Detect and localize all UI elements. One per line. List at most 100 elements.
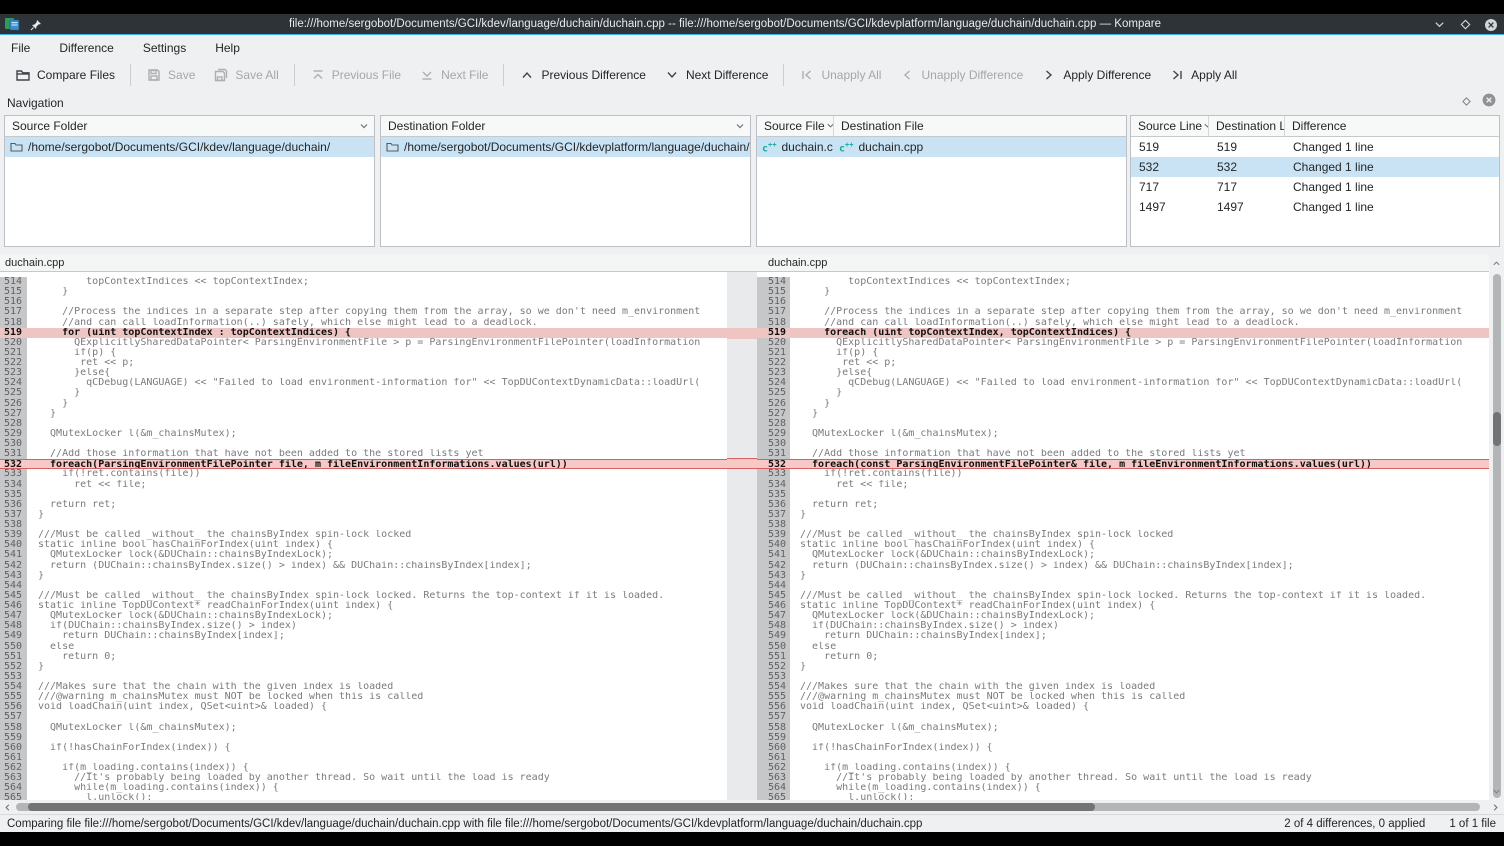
left-code-pane[interactable]: 514 topContextIndices << topContextIndex… xyxy=(0,272,727,800)
code-line-514: 514 topContextIndices << topContextIndex… xyxy=(757,277,1489,287)
scroll-left-icon[interactable] xyxy=(0,802,14,813)
files-panel: Source File Destination File c++ duchain… xyxy=(756,115,1127,247)
source-folder-row[interactable]: /home/sergobot/Documents/GCI/kdev/langua… xyxy=(5,137,374,157)
destination-line-header[interactable]: Destination Lin xyxy=(1209,116,1285,136)
source-folder-header[interactable]: Source Folder xyxy=(5,116,374,136)
code-line-561: 561 xyxy=(0,753,727,763)
unapply-difference-button: Unapply Difference xyxy=(890,63,1032,87)
minimize-button[interactable] xyxy=(1432,18,1446,32)
difference-row-1497[interactable]: 14971497Changed 1 line xyxy=(1131,197,1499,217)
code-line-555: 555///@warning m_chainsMutex must NOT be… xyxy=(757,692,1489,702)
scroll-right-icon[interactable] xyxy=(1488,802,1502,813)
code-line-539: 539///Must be called _without_ the chain… xyxy=(757,530,1489,540)
code-line-540: 540static inline bool hasChainForIndex(u… xyxy=(0,540,727,550)
code-line-538: 538 xyxy=(0,520,727,530)
code-line-517: 517 //Process the indices in a separate … xyxy=(0,307,727,317)
code-line-523: 523 }else{ xyxy=(0,368,727,378)
file-row[interactable]: c++ duchain.c... c++ duchain.cpp xyxy=(757,137,1126,157)
difference-row-519[interactable]: 519519Changed 1 line xyxy=(1131,137,1499,157)
code-line-546: 546static inline TopDUContext* readChain… xyxy=(0,601,727,611)
code-line-519: 519 foreach (uint topContextIndex, topCo… xyxy=(757,328,1489,338)
code-line-546: 546static inline TopDUContext* readChain… xyxy=(757,601,1489,611)
code-line-563: 563 //It's probably being loaded by anot… xyxy=(0,773,727,783)
close-dock-icon[interactable] xyxy=(1482,93,1496,112)
float-dock-icon[interactable] xyxy=(1461,94,1472,112)
compare-icon xyxy=(15,67,31,83)
vertical-scrollbar-thumb[interactable] xyxy=(1493,412,1501,446)
destination-folder-row[interactable]: /home/sergobot/Documents/GCI/kdevplatfor… xyxy=(381,137,750,157)
code-line-562: 562 if(m_loading.contains(index)) { xyxy=(0,763,727,773)
code-line-556: 556void loadChain(uint index, QSet<uint>… xyxy=(0,702,727,712)
kompare-app-icon xyxy=(4,17,20,31)
apply-all-button[interactable]: Apply All xyxy=(1160,63,1246,87)
difference-row-532[interactable]: 532532Changed 1 line xyxy=(1131,157,1499,177)
titlebar: file:///home/sergobot/Documents/GCI/kdev… xyxy=(0,14,1504,35)
cpp-file-icon: c++ xyxy=(839,140,853,154)
code-line-553: 553 xyxy=(757,672,1489,682)
horizontal-scrollbar[interactable] xyxy=(0,800,1504,814)
code-line-525: 525 } xyxy=(757,388,1489,398)
destination-folder-header[interactable]: Destination Folder xyxy=(381,116,750,136)
source-file-header[interactable]: Source File xyxy=(757,116,834,136)
menu-item-help[interactable]: Help xyxy=(213,39,242,57)
maximize-button[interactable] xyxy=(1458,18,1472,32)
code-line-543: 543} xyxy=(757,571,1489,581)
code-line-528: 528 xyxy=(0,419,727,429)
next-difference-button[interactable]: Next Difference xyxy=(655,63,777,87)
chevron-right-icon xyxy=(1041,67,1057,83)
close-button[interactable] xyxy=(1484,18,1498,32)
destination-folder-panel: Destination Folder /home/sergobot/Docume… xyxy=(380,115,751,247)
compare-files-button[interactable]: Compare Files xyxy=(6,63,124,87)
chevron-left-icon xyxy=(899,67,915,83)
apply-difference-button[interactable]: Apply Difference xyxy=(1032,63,1160,87)
unapply-all-button: Unapply All xyxy=(790,63,890,87)
code-line-534: 534 ret << file; xyxy=(0,480,727,490)
menu-item-difference[interactable]: Difference xyxy=(57,39,115,57)
code-line-539: 539///Must be called _without_ the chain… xyxy=(0,530,727,540)
code-line-565: 565 l.unlock(); xyxy=(757,793,1489,800)
horizontal-scrollbar-thumb[interactable] xyxy=(28,803,1095,811)
difference-row-717[interactable]: 717717Changed 1 line xyxy=(1131,177,1499,197)
status-file-count: 1 of 1 file xyxy=(1449,818,1496,830)
line-number: 531 xyxy=(0,449,27,459)
code-line-536: 536 return ret; xyxy=(0,500,727,510)
menu-item-settings[interactable]: Settings xyxy=(141,39,188,57)
differences-panel: Source Line Destination Lin Difference 5… xyxy=(1130,115,1500,247)
code-line-519: 519 for (uint topContextIndex : topConte… xyxy=(0,328,727,338)
code-line-533: 533 if(!ret.contains(file)) xyxy=(0,469,727,479)
code-line-529: 529 QMutexLocker l(&m_chainsMutex); xyxy=(757,429,1489,439)
vertical-scrollbar[interactable] xyxy=(1489,272,1504,800)
code-line-525: 525 } xyxy=(0,388,727,398)
code-line-521: 521 if(p) { xyxy=(757,348,1489,358)
destination-file-header[interactable]: Destination File xyxy=(834,116,1126,136)
code-line-541: 541 QMutexLocker lock(&DUChain::chainsBy… xyxy=(757,550,1489,560)
code-line-530: 530 xyxy=(0,439,727,449)
difference-header[interactable]: Difference xyxy=(1285,116,1499,136)
code-line-520: 520 QExplicitlySharedDataPointer< Parsin… xyxy=(0,338,727,348)
code-line-515: 515 } xyxy=(0,287,727,297)
pin-icon[interactable] xyxy=(30,18,42,30)
source-line-header[interactable]: Source Line xyxy=(1131,116,1209,136)
code-line-526: 526 } xyxy=(757,399,1489,409)
code-line-516: 516 xyxy=(757,297,1489,307)
menu-item-file[interactable]: File xyxy=(9,39,32,57)
status-comparing-text: Comparing file file:///home/sergobot/Doc… xyxy=(7,818,922,830)
previous-file-button: Previous File xyxy=(301,63,410,87)
code-line-562: 562 if(m_loading.contains(index)) { xyxy=(757,763,1489,773)
line-number: 525 xyxy=(757,388,790,398)
code-line-521: 521 if(p) { xyxy=(0,348,727,358)
code-line-559: 559 xyxy=(0,733,727,743)
right-code-pane[interactable]: 514 topContextIndices << topContextIndex… xyxy=(757,272,1489,800)
line-number: 557 xyxy=(0,712,27,722)
scroll-up-icon[interactable] xyxy=(1489,254,1504,272)
right-pane-title: duchain.cpp xyxy=(757,254,1489,272)
left-pane-title: duchain.cpp xyxy=(0,254,757,272)
code-line-543: 543} xyxy=(0,571,727,581)
code-line-551: 551 return 0; xyxy=(757,652,1489,662)
next-file-button: Next File xyxy=(410,63,497,87)
previous-difference-button[interactable]: Previous Difference xyxy=(510,63,655,87)
code-line-535: 535 xyxy=(757,490,1489,500)
diff-connector-strip xyxy=(727,272,757,800)
line-number: 517 xyxy=(0,307,27,317)
code-line-548: 548 if(DUChain::chainsByIndex.size() > i… xyxy=(0,621,727,631)
